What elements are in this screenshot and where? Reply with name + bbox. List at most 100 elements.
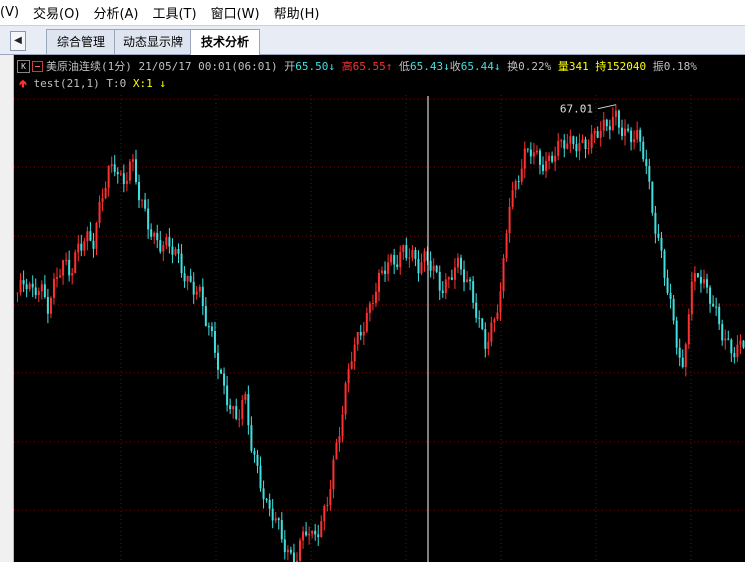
candle-body: [693, 273, 696, 282]
datetime-label: 21/05/17 00:01(06:01): [138, 59, 278, 73]
candle-body: [165, 237, 168, 246]
menu-item-5[interactable]: 帮助(H): [267, 3, 327, 22]
candle-body: [642, 141, 645, 160]
candle-body: [56, 277, 59, 279]
candle-body: [174, 249, 177, 255]
candle-body: [171, 246, 174, 255]
candle-body: [332, 459, 335, 490]
candle-body: [262, 488, 265, 499]
candle-body: [450, 277, 453, 280]
candle-body: [387, 262, 390, 274]
candle-body: [429, 260, 432, 271]
candle-body: [435, 265, 438, 272]
candle-body: [305, 531, 308, 536]
candle-body: [49, 297, 52, 314]
candle-body: [496, 312, 499, 320]
candle-body: [551, 155, 554, 162]
low-value: 65.43: [409, 59, 444, 73]
candle-body: [535, 150, 538, 153]
candle-body: [138, 182, 141, 201]
candle-body: [538, 150, 541, 165]
candle-body: [144, 199, 147, 209]
candle-body: [271, 508, 274, 521]
turnover-label: 换: [507, 60, 519, 73]
candle-body: [323, 505, 326, 522]
indicator-t-value: T:0: [106, 77, 127, 90]
candle-body: [472, 281, 475, 303]
candle-body: [393, 254, 396, 265]
candle-body: [52, 278, 55, 298]
candle-body: [526, 148, 529, 150]
candle-body: [490, 322, 493, 342]
candle-body: [210, 326, 213, 332]
candle-body: [699, 277, 702, 284]
candle-body: [317, 534, 320, 538]
candle-body: [192, 281, 195, 295]
candle-body: [168, 237, 171, 247]
candle-body: [730, 339, 733, 354]
candle-body: [696, 273, 699, 278]
tab-scroll-left-icon[interactable]: ◀: [10, 31, 26, 51]
menu-item-1[interactable]: 交易(O): [26, 3, 86, 22]
chart-area[interactable]: 67.01 K 美原油连续(1分) 21/05/17 00:01(06:01) …: [14, 55, 745, 562]
left-scroll-strip[interactable]: [0, 55, 14, 562]
candle-body: [150, 229, 153, 237]
tab-technical-analysis[interactable]: 技术分析: [190, 29, 260, 55]
tab-dynamic-board[interactable]: 动态显示牌: [114, 29, 192, 54]
candle-body: [596, 131, 599, 138]
candle-body: [684, 344, 687, 368]
candle-body: [602, 119, 605, 131]
collapse-toggle-icon[interactable]: [32, 60, 43, 72]
candle-body: [581, 139, 584, 144]
candle-body: [459, 257, 462, 270]
candle-body: [131, 159, 134, 162]
candle-body: [22, 280, 25, 285]
candle-body: [119, 173, 122, 175]
candle-body: [344, 383, 347, 415]
candle-body: [654, 212, 657, 234]
candle-body: [608, 126, 611, 130]
volume-label: 量: [557, 60, 569, 73]
candle-body: [65, 260, 68, 262]
candle-body: [620, 127, 623, 136]
candle-body: [86, 231, 89, 242]
candle-body: [89, 231, 92, 241]
menu-item-3[interactable]: 工具(T): [145, 3, 203, 22]
candle-body: [80, 243, 83, 251]
candle-body: [651, 181, 654, 213]
candle-body: [223, 373, 226, 386]
candle-body: [417, 258, 420, 274]
candle-body: [238, 418, 241, 420]
candle-body: [624, 128, 627, 136]
candle-body: [46, 296, 49, 314]
quote-info-line: K 美原油连续(1分) 21/05/17 00:01(06:01) 开 65.5…: [17, 58, 697, 74]
indicator-arrow-icon[interactable]: 🢁: [19, 77, 27, 90]
candle-body: [590, 133, 593, 149]
candle-body: [715, 306, 718, 308]
menu-item-0[interactable]: (V): [0, 5, 26, 20]
candle-body: [34, 287, 37, 296]
candle-body: [110, 164, 113, 167]
candle-body: [532, 152, 535, 157]
candle-body: [687, 314, 690, 345]
k-badge-icon[interactable]: K: [17, 59, 30, 73]
candle-body: [101, 198, 104, 203]
candle-body: [195, 291, 198, 295]
tab-overview[interactable]: 综合管理: [46, 29, 116, 54]
menu-item-2[interactable]: 分析(A): [86, 3, 145, 22]
candle-body: [444, 279, 447, 293]
candlestick-chart[interactable]: 67.01: [14, 55, 745, 562]
menu-item-4[interactable]: 窗口(W): [204, 3, 267, 22]
candle-body: [235, 406, 238, 419]
candle-body: [505, 233, 508, 259]
low-arrow-icon: ↓: [443, 59, 450, 73]
candle-body: [347, 368, 350, 384]
candle-body: [523, 148, 526, 169]
candle-body: [739, 340, 742, 345]
high-arrow-icon: ↑: [385, 59, 393, 73]
candle-body: [420, 262, 423, 274]
close-arrow-icon: ↓: [493, 59, 501, 73]
candle-body: [335, 442, 338, 460]
menu-bar: (V) 交易(O) 分析(A) 工具(T) 窗口(W) 帮助(H): [0, 0, 745, 26]
candle-body: [92, 240, 95, 249]
